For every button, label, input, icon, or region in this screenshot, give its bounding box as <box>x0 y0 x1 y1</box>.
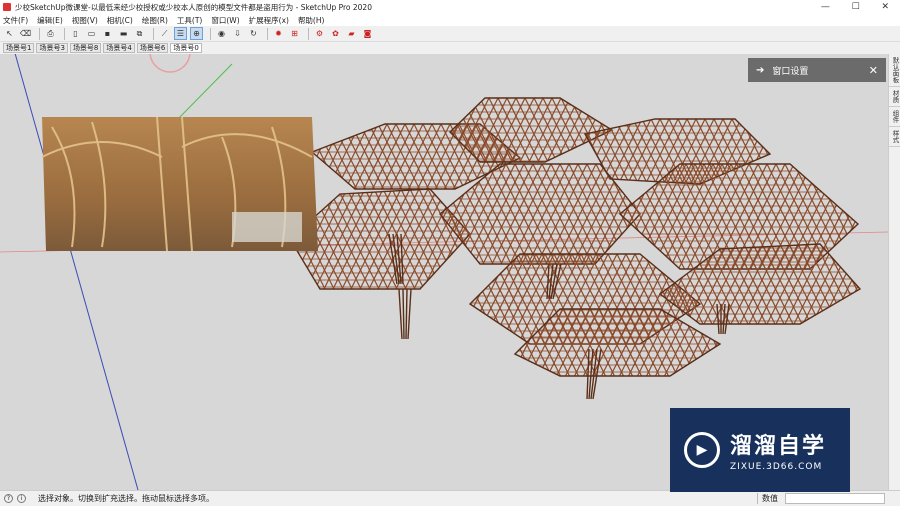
toolbar-divider <box>39 27 40 40</box>
tape-measure-icon[interactable]: ◉ <box>215 27 228 40</box>
cut-icon[interactable]: ▬ <box>117 27 130 40</box>
reference-photo <box>42 117 318 251</box>
watermark-badge: ▶ 溜溜自学 ZIXUE.3D66.COM <box>670 408 850 492</box>
menu-file[interactable]: 文件(F) <box>3 15 28 26</box>
tray-tab[interactable]: 组件 <box>889 107 900 127</box>
3d-warehouse-icon[interactable]: ◙ <box>361 27 374 40</box>
select-icon[interactable]: ↖ <box>3 27 16 40</box>
tray-tab[interactable]: 样式 <box>889 127 900 147</box>
info-icon[interactable]: i <box>17 494 26 503</box>
toolbar-divider <box>267 27 268 40</box>
menu-camera[interactable]: 相机(C) <box>107 15 133 26</box>
menu-help[interactable]: 帮助(H) <box>298 15 325 26</box>
tray-tab[interactable]: 材质 <box>889 87 900 107</box>
eraser-icon[interactable]: ⌫ <box>19 27 32 40</box>
menu-view[interactable]: 视图(V) <box>72 15 98 26</box>
menu-tools[interactable]: 工具(T) <box>177 15 202 26</box>
menu-edit[interactable]: 编辑(E) <box>37 15 63 26</box>
window-title: 少校SketchUp微课堂-以最低来经少校授权或少校本人原创的模型文件都是盗用行… <box>15 2 372 12</box>
status-bar: ? i 选择对象。切换到扩充选择。拖动鼠标选择多项。 数值 <box>0 490 900 506</box>
tray-tab[interactable]: 默认面板 <box>889 54 900 87</box>
measurements-input[interactable] <box>785 493 885 504</box>
scene-tab[interactable]: 场景号6 <box>136 43 169 53</box>
toolbar-divider <box>153 27 154 40</box>
menu-window[interactable]: 窗口(W) <box>211 15 239 26</box>
tray-panel-header[interactable]: ➔ 窗口设置 ✕ <box>748 58 886 82</box>
arrow-right-icon[interactable]: ➔ <box>756 65 764 76</box>
print-icon[interactable]: ⎙ <box>44 27 57 40</box>
cursor-highlight <box>149 54 191 73</box>
toolbar-divider <box>308 27 309 40</box>
scene-tabs: 场景号1 场景号3 场景号8 场景号4 场景号6 场景号0 <box>0 42 900 54</box>
title-bar: 少校SketchUp微课堂-以最低来经少校授权或少校本人原创的模型文件都是盗用行… <box>0 0 900 14</box>
window-controls: — ☐ ✕ <box>810 2 900 12</box>
close-icon[interactable]: ✕ <box>869 64 878 77</box>
toolbar-divider <box>210 27 211 40</box>
scene-tab-active[interactable]: 场景号0 <box>170 43 202 53</box>
folder-icon[interactable]: ▰ <box>345 27 358 40</box>
watermark-sub: ZIXUE.3D66.COM <box>730 462 823 472</box>
menu-extensions[interactable]: 扩展程序(x) <box>249 15 289 26</box>
scene-tab[interactable]: 场景号8 <box>69 43 102 53</box>
scene-tab[interactable]: 场景号3 <box>36 43 68 53</box>
scene-tab[interactable]: 场景号1 <box>3 43 35 53</box>
main-toolbar: ↖ ⌫ ⎙ ▯ ▭ ▪ ▬ ⧉ ⟋ ☰ ⊕ ◉ ⇩ ↻ ✹ ⊞ ⚙ ✿ ▰ ◙ <box>0 26 900 42</box>
orbit-icon[interactable]: ⊕ <box>190 27 203 40</box>
watermark-main: 溜溜自学 <box>730 434 827 459</box>
minimize-button[interactable]: — <box>821 2 830 12</box>
scene-tab[interactable]: 场景号4 <box>103 43 135 53</box>
status-message: 选择对象。切换到扩充选择。拖动鼠标选择多项。 <box>38 494 214 503</box>
toolbar-divider <box>64 27 65 40</box>
menu-draw[interactable]: 绘图(R) <box>142 15 168 26</box>
close-button[interactable]: ✕ <box>882 2 890 12</box>
geolocation-icon[interactable]: ? <box>4 494 13 503</box>
maximize-button[interactable]: ☐ <box>852 2 860 12</box>
extension-manager-icon[interactable]: ✿ <box>329 27 342 40</box>
measurements-label: 数值 <box>757 493 778 504</box>
line-tool-icon[interactable]: ⟋ <box>158 27 171 40</box>
default-tray-rail: 默认面板 材质 组件 样式 <box>888 54 900 490</box>
settings-icon[interactable]: ✹ <box>272 27 285 40</box>
copy-icon[interactable]: ⧉ <box>133 27 146 40</box>
extension-warehouse-icon[interactable]: ⚙ <box>313 27 326 40</box>
push-pull-icon[interactable]: ⇩ <box>231 27 244 40</box>
open-folder-icon[interactable]: ▭ <box>85 27 98 40</box>
components-icon[interactable]: ⊞ <box>288 27 301 40</box>
new-file-icon[interactable]: ▯ <box>69 27 82 40</box>
rotate-icon[interactable]: ↻ <box>247 27 260 40</box>
tray-title: 窗口设置 <box>772 66 809 77</box>
layers-icon[interactable]: ☰ <box>174 27 187 40</box>
menu-bar: 文件(F) 编辑(E) 视图(V) 相机(C) 绘图(R) 工具(T) 窗口(W… <box>0 14 900 26</box>
play-logo-icon: ▶ <box>684 432 720 468</box>
save-icon[interactable]: ▪ <box>101 27 114 40</box>
sketchup-app-icon <box>3 3 11 11</box>
bamboo-structure-photo <box>42 117 318 251</box>
